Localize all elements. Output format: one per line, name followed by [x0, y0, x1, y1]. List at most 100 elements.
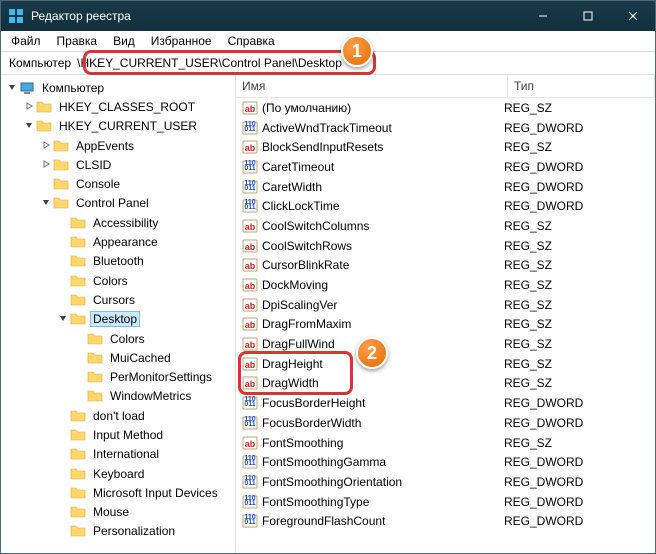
- folder-icon: [87, 369, 103, 385]
- tree-item[interactable]: Bluetooth: [1, 252, 235, 271]
- tree-item[interactable]: International: [1, 445, 235, 464]
- value-type: REG_DWORD: [504, 495, 655, 509]
- value-row[interactable]: 011110FontSmoothingGammaREG_DWORD: [236, 452, 655, 472]
- value-row[interactable]: 011110FontSmoothingTypeREG_DWORD: [236, 492, 655, 512]
- tree-item[interactable]: Personalization: [1, 522, 235, 541]
- svg-text:ab: ab: [245, 301, 256, 311]
- chevron-down-icon[interactable]: [5, 82, 19, 94]
- chevron-right-icon[interactable]: [39, 159, 53, 171]
- value-row[interactable]: abDragFromMaximREG_SZ: [236, 315, 655, 335]
- value-row[interactable]: 011110CaretTimeoutREG_DWORD: [236, 157, 655, 177]
- value-row[interactable]: 011110ForegroundFlashCountREG_DWORD: [236, 511, 655, 531]
- tree-item-label: Colors: [90, 273, 131, 289]
- value-row[interactable]: abDragHeightREG_SZ: [236, 354, 655, 374]
- list-body[interactable]: 2 ab(По умолчанию)REG_SZ011110ActiveWndT…: [236, 98, 655, 553]
- tree-item[interactable]: Accessibility: [1, 213, 235, 232]
- folder-icon: [70, 485, 86, 501]
- menu-item[interactable]: Правка: [49, 32, 106, 50]
- value-row[interactable]: abDragFullWindREG_SZ: [236, 334, 655, 354]
- folder-icon: [70, 292, 86, 308]
- tree-item[interactable]: Colors: [1, 271, 235, 290]
- tree-item[interactable]: HKEY_CURRENT_USER: [1, 117, 235, 136]
- address-bar[interactable]: Компьютер \HKEY_CURRENT_USER\Control Pan…: [1, 52, 655, 75]
- value-row[interactable]: abCoolSwitchRowsREG_SZ: [236, 236, 655, 256]
- value-row[interactable]: 011110FocusBorderHeightREG_DWORD: [236, 393, 655, 413]
- tree-item[interactable]: Input Method: [1, 425, 235, 444]
- tree-item[interactable]: Colors: [1, 329, 235, 348]
- tree-item[interactable]: Console: [1, 174, 235, 193]
- chevron-right-icon[interactable]: [22, 101, 36, 113]
- value-row[interactable]: 011110ActiveWndTrackTimeoutREG_DWORD: [236, 118, 655, 138]
- value-row[interactable]: abFontSmoothingREG_SZ: [236, 433, 655, 453]
- menu-item[interactable]: Избранное: [143, 32, 220, 50]
- tree-item[interactable]: Mouse: [1, 503, 235, 522]
- tree-item[interactable]: Cursors: [1, 290, 235, 309]
- value-row[interactable]: abCursorBlinkRateREG_SZ: [236, 256, 655, 276]
- value-row[interactable]: 011110CaretWidthREG_DWORD: [236, 177, 655, 197]
- tree-item-label: Microsoft Input Devices: [90, 485, 221, 501]
- value-name: ActiveWndTrackTimeout: [262, 121, 392, 135]
- tree-item-label: Console: [73, 176, 123, 192]
- tree-item[interactable]: MuiCached: [1, 348, 235, 367]
- tree-item[interactable]: CLSID: [1, 155, 235, 174]
- string-value-icon: ab: [242, 218, 258, 234]
- column-header-type[interactable]: Тип: [508, 75, 655, 97]
- svg-text:ab: ab: [245, 242, 256, 252]
- annotation-badge-1: 1: [341, 35, 373, 67]
- folder-icon: [70, 504, 86, 520]
- tree-item[interactable]: PerMonitorSettings: [1, 367, 235, 386]
- close-button[interactable]: [610, 1, 655, 31]
- string-value-icon: ab: [242, 139, 258, 155]
- column-header-name[interactable]: Имя: [236, 75, 508, 97]
- value-row[interactable]: ab(По умолчанию)REG_SZ: [236, 98, 655, 118]
- value-row[interactable]: 011110ClickLockTimeREG_DWORD: [236, 196, 655, 216]
- chevron-down-icon[interactable]: [56, 313, 70, 325]
- string-value-icon: ab: [242, 277, 258, 293]
- value-name: CaretWidth: [262, 180, 322, 194]
- value-row[interactable]: abBlockSendInputResetsREG_SZ: [236, 137, 655, 157]
- tree-item[interactable]: AppEvents: [1, 136, 235, 155]
- value-type: REG_SZ: [504, 317, 655, 331]
- tree-item[interactable]: WindowMetrics: [1, 387, 235, 406]
- app-icon: [9, 9, 23, 23]
- chevron-right-icon[interactable]: [39, 140, 53, 152]
- annotation-badge-2: 2: [356, 337, 388, 369]
- registry-editor-window: Редактор реестра ФайлПравкаВидИзбранноеС…: [0, 0, 656, 554]
- value-type: REG_SZ: [504, 337, 655, 351]
- dword-value-icon: 011110: [242, 513, 258, 529]
- tree-item[interactable]: Appearance: [1, 232, 235, 251]
- tree-item-label: Appearance: [90, 234, 161, 250]
- maximize-button[interactable]: [565, 1, 610, 31]
- tree-item[interactable]: Компьютер: [1, 78, 235, 97]
- tree-pane[interactable]: КомпьютерHKEY_CLASSES_ROOTHKEY_CURRENT_U…: [1, 75, 236, 553]
- value-name: FocusBorderHeight: [262, 396, 365, 410]
- menu-item[interactable]: Вид: [105, 32, 143, 50]
- value-row[interactable]: abDragWidthREG_SZ: [236, 374, 655, 394]
- tree-item[interactable]: Keyboard: [1, 464, 235, 483]
- menu-item[interactable]: Справка: [220, 32, 283, 50]
- string-value-icon: ab: [242, 257, 258, 273]
- value-row[interactable]: ab DpiScalingVer REG_SZ: [236, 295, 655, 315]
- string-value-icon: ab: [242, 297, 258, 313]
- tree-item[interactable]: Control Panel: [1, 194, 235, 213]
- chevron-down-icon[interactable]: [22, 120, 36, 132]
- value-type: REG_SZ: [504, 376, 655, 390]
- folder-icon: [36, 118, 52, 134]
- svg-text:ab: ab: [245, 340, 256, 350]
- value-name: (По умолчанию): [262, 101, 351, 115]
- menu-item[interactable]: Файл: [3, 32, 49, 50]
- value-row[interactable]: 011110FocusBorderWidthREG_DWORD: [236, 413, 655, 433]
- titlebar[interactable]: Редактор реестра: [1, 1, 655, 31]
- tree-item[interactable]: HKEY_CLASSES_ROOT: [1, 97, 235, 116]
- value-row[interactable]: 011110FontSmoothingOrientationREG_DWORD: [236, 472, 655, 492]
- value-name: DpiScalingVer: [262, 298, 337, 312]
- value-row[interactable]: abCoolSwitchColumnsREG_SZ: [236, 216, 655, 236]
- tree-item[interactable]: Desktop: [1, 310, 235, 329]
- chevron-down-icon[interactable]: [39, 197, 53, 209]
- value-type: REG_SZ: [504, 140, 655, 154]
- value-row[interactable]: abDockMovingREG_SZ: [236, 275, 655, 295]
- tree-item[interactable]: don't load: [1, 406, 235, 425]
- minimize-button[interactable]: [520, 1, 565, 31]
- value-type: REG_SZ: [504, 298, 655, 312]
- tree-item[interactable]: Microsoft Input Devices: [1, 483, 235, 502]
